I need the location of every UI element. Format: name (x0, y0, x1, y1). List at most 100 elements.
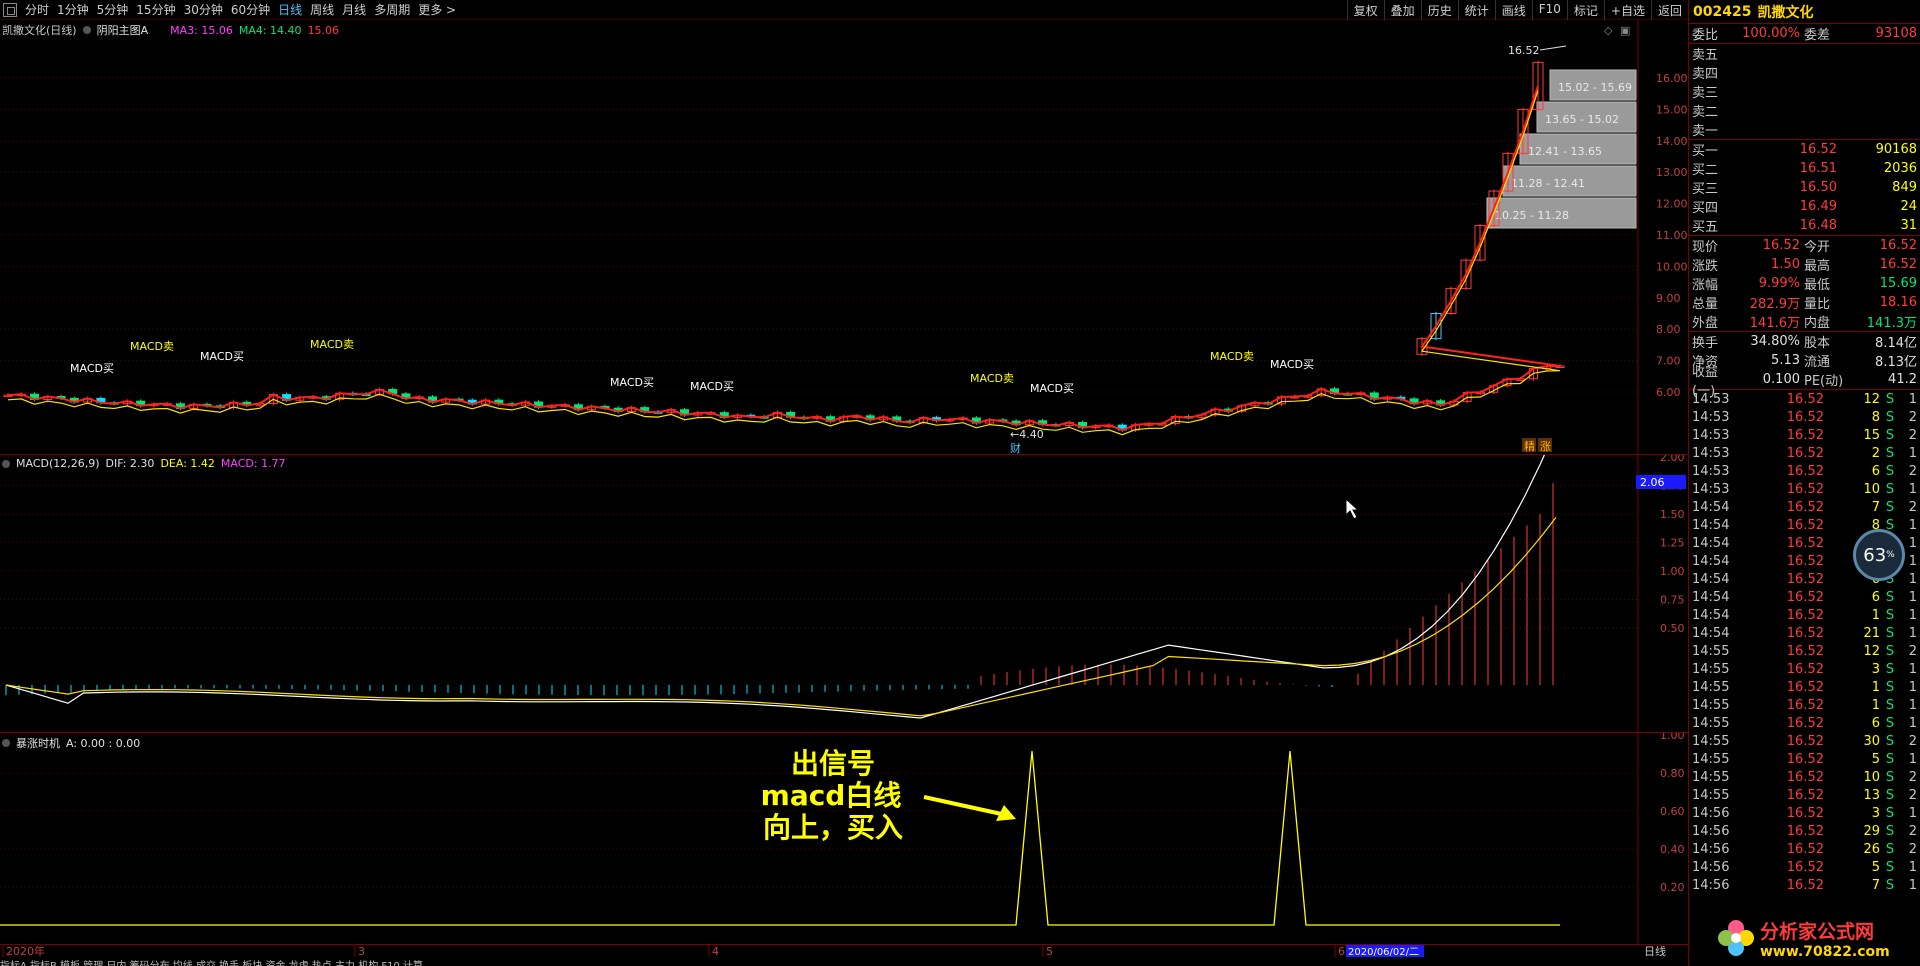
tick-row: 14:55 16.52 6 S 1 (1689, 714, 1920, 732)
price-range-label: 15.02 - 15.69 (1558, 81, 1632, 94)
signal-annotation: 出信号 (791, 747, 875, 780)
tick-vol: 3 (1871, 805, 1880, 821)
tick-n: 2 (1908, 841, 1917, 857)
tick-bs: S (1885, 823, 1895, 839)
tick-bs: S (1885, 463, 1895, 479)
macd-highlight-label: 2.06 (1640, 476, 1665, 489)
sell-level-label: 卖五 (1692, 48, 1719, 63)
period-tab[interactable]: 分时 (21, 1, 53, 18)
stat-value: 8.13亿 (1875, 355, 1917, 370)
tick-row: 14:56 16.52 5 S 1 (1689, 858, 1920, 876)
tick-row: 14:55 16.52 13 S 2 (1689, 786, 1920, 804)
stat-label: 总量 (1692, 297, 1719, 312)
stat-row: 涨跌 1.50 最高 16.52 (1689, 255, 1920, 274)
kline-canvas[interactable]: 16.00 15.00 14.00 13.00 12.00 11.00 10.00 9.00 8… (0, 20, 1688, 454)
period-tab[interactable]: 多周期 (370, 1, 414, 18)
tick-t: 14:55 (1692, 715, 1730, 731)
tick-n: 1 (1908, 571, 1917, 587)
macd-sell-label: MACD卖 (130, 340, 174, 353)
buy-level-price: 16.52 (1799, 142, 1837, 157)
tick-vol: 10 (1863, 769, 1880, 785)
stat-value: 0.100 (1762, 372, 1800, 387)
tick-row: 14:53 16.52 6 S 2 (1689, 462, 1920, 480)
tick-vol: 29 (1863, 823, 1880, 839)
tick-n: 1 (1908, 517, 1917, 533)
tick-t: 14:53 (1692, 445, 1730, 461)
layout-icon: ▣ (1620, 24, 1630, 37)
progress-gauge[interactable]: 63% (1853, 529, 1905, 581)
stat-row: 总量 282.9万 量比 18.16 (1689, 293, 1920, 312)
macd-panel: MACD(12,26,9) DIF: 2.30 DEA: 1.42 MACD: … (0, 454, 1688, 733)
tick-bs: S (1885, 679, 1895, 695)
period-tab[interactable]: 30分钟 (180, 1, 227, 18)
indicator-tabs[interactable]: 指标A 指标B 模板 管理 日内 筹码分布 均线 成交 换手 板块 资金 龙虎 … (0, 957, 1688, 966)
tool-button[interactable]: 复权 (1346, 0, 1384, 20)
date-axis: 2020年 3 4 5 62020/06/02/二 日线 指标A 指标B 模板 管理 日内… (0, 944, 1688, 966)
sell-level: 卖五 (1689, 44, 1920, 63)
period-tab[interactable]: 1分钟 (53, 1, 93, 18)
macd-tick-label: 0.75 (1660, 594, 1685, 607)
period-tab[interactable]: 60分钟 (227, 1, 274, 18)
stat-value: 18.16 (1879, 295, 1917, 310)
stat-label: 股本 (1804, 336, 1831, 351)
signal-canvas[interactable]: 1.00 0.80 0.60 0.40 0.20 出信号macd白线向上，买入 (0, 733, 1688, 945)
stat-label: 量比 (1804, 297, 1831, 312)
period-tab[interactable]: 15分钟 (132, 1, 179, 18)
price-tick-label: 14.00 (1656, 135, 1688, 148)
period-tab[interactable]: 更多 > (414, 1, 460, 18)
stat-value: 5.13 (1771, 353, 1800, 368)
tick-bs: S (1885, 697, 1895, 713)
stat-value: 141.6万 (1749, 316, 1800, 331)
macd-buy-label: MACD买 (1030, 382, 1074, 395)
signal-tick-label: 0.40 (1660, 843, 1685, 856)
period-tab[interactable]: 周线 (306, 1, 338, 18)
tick-t: 14:56 (1692, 859, 1730, 875)
tick-t: 14:53 (1692, 481, 1730, 497)
tick-n: 2 (1908, 499, 1917, 515)
period-toolbar: 分时 1分钟 5分钟 15分钟 30分钟 60分钟 日线 周线 月线 多周期 更多 > 复权 叠加 历史… (0, 0, 1688, 20)
tick-vol: 21 (1863, 625, 1880, 641)
period-tab[interactable]: 日线 (274, 1, 306, 18)
tick-row: 14:55 16.52 10 S 2 (1689, 768, 1920, 786)
signal-tick-label: 1.00 (1660, 733, 1685, 742)
period-tab[interactable]: 月线 (338, 1, 370, 18)
tool-button[interactable]: 返回 (1650, 0, 1688, 20)
tick-t: 14:56 (1692, 841, 1730, 857)
tick-bs: S (1885, 607, 1895, 623)
buy-level: 买三 16.50 849 (1689, 178, 1920, 197)
tool-button[interactable]: +自选 (1603, 0, 1651, 20)
signal-tick-label: 0.20 (1660, 881, 1685, 894)
sell-level: 卖三 (1689, 82, 1920, 101)
tick-row: 14:54 16.52 1S1 (1689, 606, 1920, 624)
stat-value: 16.52 (1879, 238, 1917, 253)
flower-logo-icon (1718, 920, 1754, 956)
tool-button[interactable]: 统计 (1457, 0, 1495, 20)
tool-button[interactable]: 画线 (1494, 0, 1532, 20)
tick-bs: S (1885, 769, 1895, 785)
tick-p: 16.52 (1786, 481, 1824, 497)
stat-value: 282.9万 (1749, 297, 1800, 312)
tick-list[interactable]: 14:53 16.52 12 S 1 14:53 16.52 8 S 2 14:53 16.52 15 S… (1689, 390, 1920, 922)
tool-button[interactable]: 历史 (1420, 0, 1458, 20)
stock-name: 凯撒文化 (1757, 4, 1814, 21)
tick-vol: 13 (1863, 787, 1880, 803)
tick-row: 14:55 16.52 1 S 1 (1689, 678, 1920, 696)
tick-bs: S (1885, 661, 1895, 677)
tool-button[interactable]: 标记 (1566, 0, 1604, 20)
window-toggle-icon[interactable] (3, 2, 17, 17)
tool-button[interactable]: F10 (1531, 0, 1567, 20)
cursor-date-label: 2020/06/02/二 (1348, 947, 1419, 957)
finance-marker: 财 (1010, 441, 1021, 454)
tick-bs: S (1885, 733, 1895, 749)
tick-row: 14:55 16.52 5 S 1 (1689, 750, 1920, 768)
stat-label: 涨跌 (1692, 259, 1719, 274)
tick-vol: 6 (1871, 463, 1880, 479)
period-tab[interactable]: 5分钟 (93, 1, 133, 18)
tick-n: 2 (1908, 463, 1917, 479)
tool-button[interactable]: 叠加 (1383, 0, 1421, 20)
tick-row: 14:54 16.52 6S1 (1689, 588, 1920, 606)
macd-sell-label: MACD卖 (310, 338, 354, 351)
price-range-label: 12.41 - 13.65 (1528, 145, 1602, 158)
stat-row: 外盘 141.6万 内盘 141.3万 (1689, 312, 1920, 331)
macd-canvas[interactable]: 2.001.751.501.251.000.750.502.06 (0, 455, 1688, 733)
